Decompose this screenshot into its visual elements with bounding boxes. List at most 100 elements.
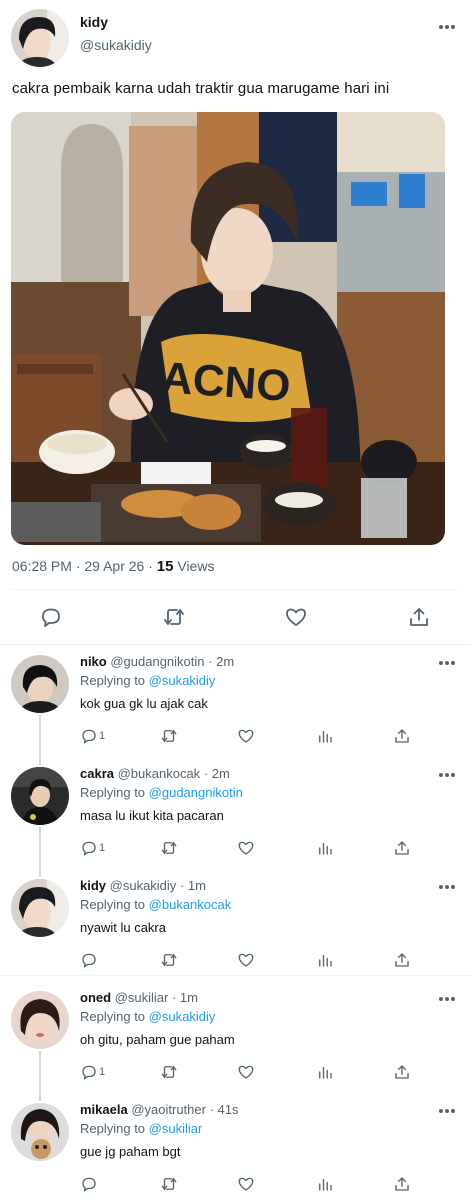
- replying-to: Replying to @sukakidiy: [80, 1009, 215, 1024]
- reply-author-handle[interactable]: @yaoitruther: [131, 1102, 206, 1117]
- thread-line: [39, 869, 41, 877]
- reply-author-name[interactable]: niko: [80, 654, 107, 669]
- thread-line: [39, 827, 41, 869]
- tweet-time[interactable]: 06:28 PM: [12, 558, 72, 574]
- bar-chart-icon[interactable]: [316, 727, 334, 747]
- reply-author-handle[interactable]: @gudangnikotin: [110, 654, 204, 669]
- replying-to: Replying to @sukakidiy: [80, 673, 215, 688]
- reply-time[interactable]: 41s: [218, 1102, 239, 1117]
- reply-text: kok gua gk lu ajak cak: [80, 696, 208, 711]
- reply-avatar[interactable]: [11, 1103, 69, 1161]
- replying-to: Replying to @bukankocak: [80, 897, 231, 912]
- reply-time[interactable]: 1m: [188, 878, 206, 893]
- replying-to-handle[interactable]: @sukiliar: [149, 1121, 203, 1136]
- replying-to: Replying to @gudangnikotin: [80, 785, 243, 800]
- reply-author-name[interactable]: kidy: [80, 878, 106, 893]
- replying-to-handle[interactable]: @gudangnikotin: [149, 785, 243, 800]
- thread-line: [39, 715, 41, 757]
- shirt-print-text: ACNO: [159, 353, 292, 411]
- retweet-arrows-icon[interactable]: [160, 839, 178, 859]
- dot-separator: ·: [179, 878, 188, 893]
- bar-chart-icon[interactable]: [316, 1175, 334, 1195]
- author-handle[interactable]: @sukakidiy: [80, 37, 152, 53]
- more-dots-icon[interactable]: [438, 996, 456, 1002]
- views-count[interactable]: 15: [157, 558, 174, 575]
- heart-icon[interactable]: [237, 1063, 255, 1083]
- replying-to-handle[interactable]: @sukakidiy: [149, 1009, 216, 1024]
- speech-bubble-icon: [82, 729, 96, 744]
- reply-time[interactable]: 2m: [216, 654, 234, 669]
- heart-icon[interactable]: [237, 727, 255, 747]
- reply-author-name[interactable]: cakra: [80, 766, 114, 781]
- tweet-photo[interactable]: ACNO: [11, 112, 445, 545]
- reply-item[interactable]: niko @gudangnikotin · 2m Replying to @su…: [0, 645, 471, 757]
- thread-line: [39, 1051, 41, 1093]
- reply-header: cakra @bukankocak · 2m: [80, 766, 230, 781]
- retweet-arrows-icon[interactable]: [160, 1063, 178, 1083]
- reply-item[interactable]: mikaela @yaoitruther · 41s Replying to @…: [0, 1093, 471, 1200]
- reply-author-handle[interactable]: @sukiliar: [115, 990, 169, 1005]
- author-name[interactable]: kidy: [80, 14, 108, 30]
- share-upload-icon[interactable]: [393, 1175, 411, 1195]
- share-upload-icon[interactable]: [393, 727, 411, 747]
- replying-prefix: Replying to: [80, 1121, 146, 1136]
- reply-author-name[interactable]: mikaela: [80, 1102, 128, 1117]
- reply-author-handle[interactable]: @bukankocak: [118, 766, 201, 781]
- reply-item[interactable]: oned @sukiliar · 1m Replying to @sukakid…: [0, 981, 471, 1093]
- reply-button[interactable]: [80, 1175, 99, 1195]
- reply-avatar[interactable]: [11, 767, 69, 825]
- bar-chart-icon[interactable]: [316, 839, 334, 859]
- reply-button[interactable]: 1: [80, 1063, 105, 1083]
- reply-button[interactable]: [80, 951, 99, 971]
- more-dots-icon[interactable]: [438, 884, 456, 890]
- share-upload-icon[interactable]: [407, 605, 431, 629]
- reply-count: 1: [99, 730, 106, 742]
- heart-icon[interactable]: [237, 951, 255, 971]
- speech-bubble-icon[interactable]: [39, 605, 63, 629]
- bar-chart-icon[interactable]: [316, 1063, 334, 1083]
- reply-author-handle[interactable]: @sukakidiy: [110, 878, 177, 893]
- more-dots-icon[interactable]: [438, 660, 456, 666]
- reply-item[interactable]: cakra @bukankocak · 2m Replying to @guda…: [0, 757, 471, 869]
- replying-to: Replying to @sukiliar: [80, 1121, 202, 1136]
- reply-header: kidy @sukakidiy · 1m: [80, 878, 206, 893]
- more-dots-icon[interactable]: [438, 1108, 456, 1114]
- tweet-date[interactable]: 29 Apr 26: [84, 558, 144, 574]
- retweet-arrows-icon[interactable]: [160, 951, 178, 971]
- thread-line: [39, 1093, 41, 1101]
- retweet-arrows-icon[interactable]: [160, 727, 178, 747]
- retweet-arrows-icon[interactable]: [162, 605, 186, 629]
- dot-separator: ·: [171, 990, 180, 1005]
- heart-icon[interactable]: [237, 1175, 255, 1195]
- bar-chart-icon[interactable]: [316, 951, 334, 971]
- heart-icon[interactable]: [284, 605, 308, 629]
- share-upload-icon[interactable]: [393, 1063, 411, 1083]
- reply-time[interactable]: 1m: [180, 990, 198, 1005]
- dot-separator: ·: [208, 654, 217, 669]
- tweet-meta: 06:28 PM · 29 Apr 26 · 15 Views: [12, 558, 214, 575]
- reply-time[interactable]: 2m: [212, 766, 230, 781]
- reply-avatar[interactable]: [11, 655, 69, 713]
- reply-item[interactable]: kidy @sukakidiy · 1m Replying to @bukank…: [0, 869, 471, 981]
- reply-button[interactable]: 1: [80, 839, 105, 859]
- reply-author-name[interactable]: oned: [80, 990, 111, 1005]
- retweet-arrows-icon[interactable]: [160, 1175, 178, 1195]
- views-label: Views: [177, 558, 215, 574]
- share-upload-icon[interactable]: [393, 951, 411, 971]
- share-upload-icon[interactable]: [393, 839, 411, 859]
- heart-icon[interactable]: [237, 839, 255, 859]
- speech-bubble-icon: [82, 1065, 96, 1080]
- meta-separator: ·: [148, 558, 157, 574]
- author-avatar[interactable]: [11, 9, 69, 67]
- reply-button[interactable]: 1: [80, 727, 105, 747]
- speech-bubble-icon: [82, 1177, 96, 1192]
- dot-separator: ·: [203, 766, 212, 781]
- replying-to-handle[interactable]: @bukankocak: [149, 897, 232, 912]
- replying-to-handle[interactable]: @sukakidiy: [149, 673, 216, 688]
- reply-avatar[interactable]: [11, 879, 69, 937]
- more-dots-icon[interactable]: [438, 772, 456, 778]
- replying-prefix: Replying to: [80, 785, 146, 800]
- reply-avatar[interactable]: [11, 991, 69, 1049]
- more-dots-icon[interactable]: [438, 24, 456, 30]
- dot-separator: ·: [209, 1102, 218, 1117]
